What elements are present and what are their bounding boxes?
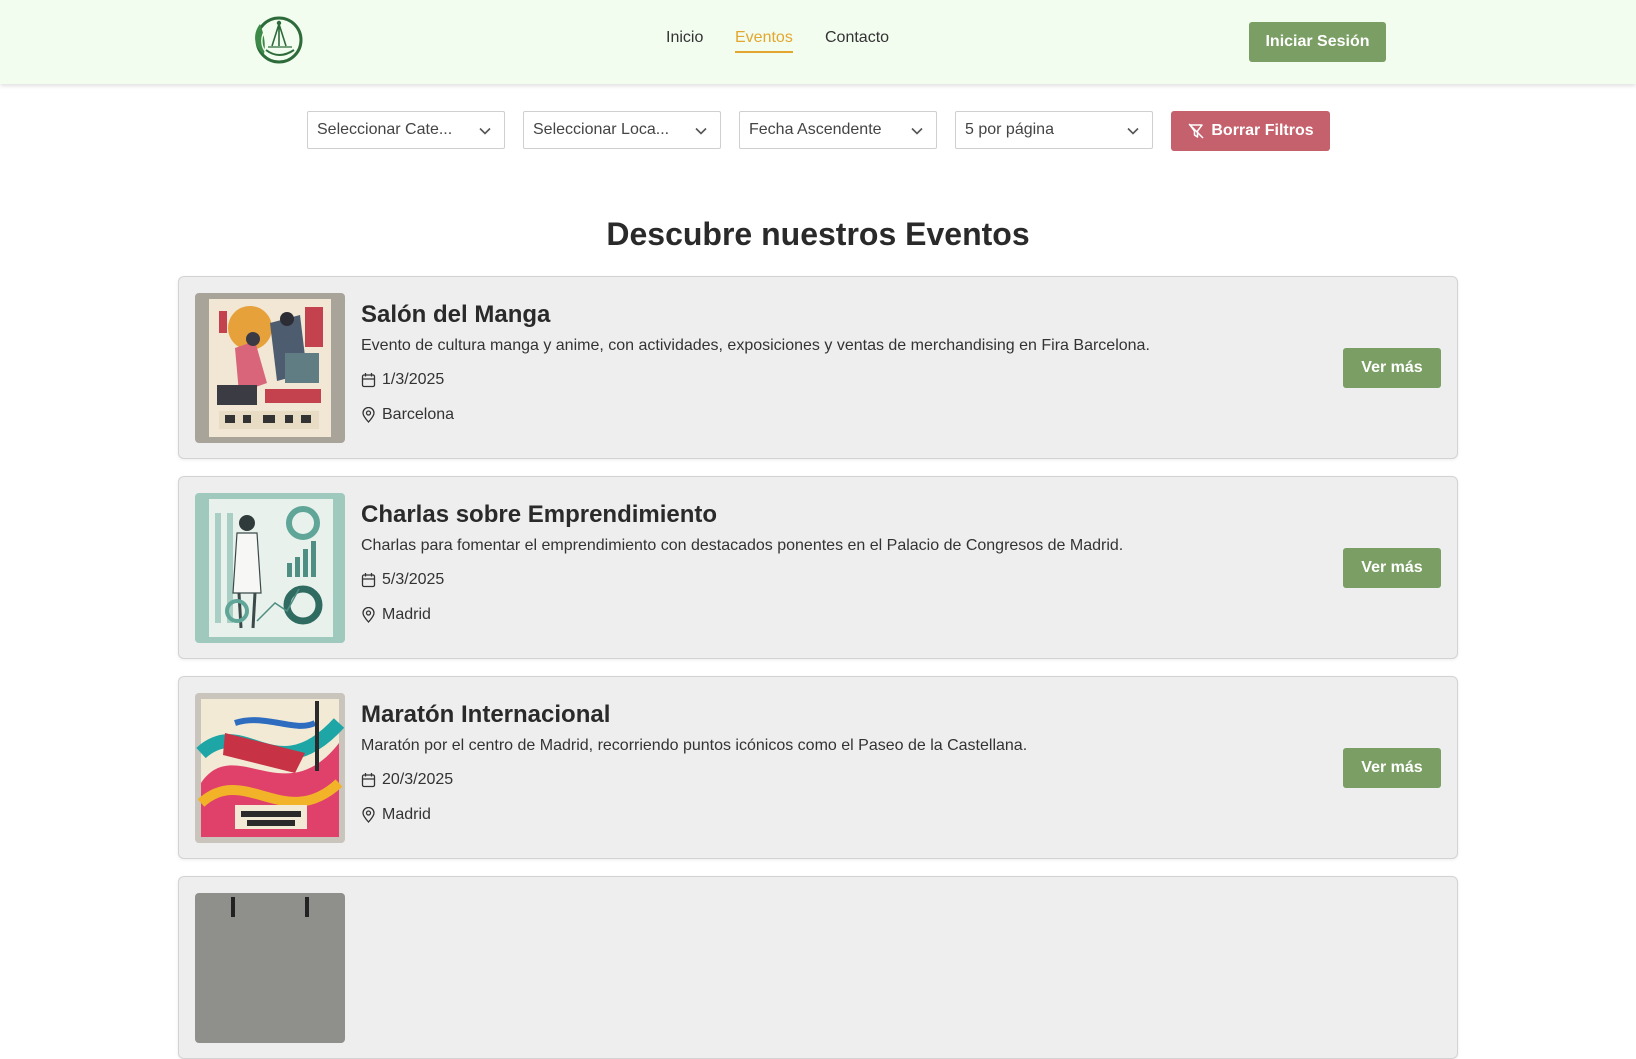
sort-select[interactable]: Fecha Ascendente [739,111,937,149]
chevron-down-icon [695,127,707,135]
calendar-icon [361,773,376,788]
event-location: Madrid [361,606,431,624]
see-more-button[interactable]: Ver más [1343,748,1441,788]
location-select[interactable]: Seleccionar Loca... [523,111,721,149]
event-card-partial [178,876,1458,1059]
chevron-down-icon [1127,127,1139,135]
chevron-down-icon [911,127,923,135]
calendar-icon [361,373,376,388]
event-image-manga[interactable] [195,293,345,443]
filter-off-icon [1188,123,1204,139]
clear-filters-label: Borrar Filtros [1211,122,1314,139]
leaf-logo-icon[interactable] [250,14,304,66]
chevron-down-icon [479,127,491,135]
event-card: Maratón Internacional Maratón por el cen… [178,676,1458,859]
event-location: Madrid [361,806,431,824]
page-title: Descubre nuestros Eventos [606,216,1030,252]
map-pin-icon [362,807,375,823]
event-title: Salón del Manga [361,301,551,328]
see-more-button[interactable]: Ver más [1343,548,1441,588]
event-location-text: Madrid [382,606,431,623]
location-select-value: Seleccionar Loca... [533,121,670,138]
nav-item-eventos[interactable]: Eventos [735,28,793,53]
event-title: Maratón Internacional [361,701,611,728]
event-location-text: Barcelona [382,406,455,423]
event-date-text: 5/3/2025 [382,571,445,588]
top-header: Inicio Eventos Contacto Iniciar Sesión [0,0,1636,84]
event-title: Charlas sobre Emprendimiento [361,501,718,528]
nav-item-contacto[interactable]: Contacto [825,28,889,48]
event-card: Salón del Manga Evento de cultura manga … [178,276,1458,459]
map-pin-icon [362,607,375,623]
per-page-select[interactable]: 5 por página [955,111,1153,149]
event-date-text: 20/3/2025 [382,771,454,788]
event-date-text: 1/3/2025 [382,371,445,388]
per-page-select-value: 5 por página [965,121,1054,138]
event-image-emprendimiento[interactable] [195,493,345,643]
category-select[interactable]: Seleccionar Cate... [307,111,505,149]
event-description: Maratón por el centro de Madrid, recorri… [361,737,1028,754]
event-date: 5/3/2025 [361,571,444,589]
sort-select-value: Fecha Ascendente [749,121,882,138]
clear-filters-button[interactable]: Borrar Filtros [1171,111,1330,151]
see-more-button[interactable]: Ver más [1343,348,1441,388]
event-location: Barcelona [361,406,454,424]
event-location-text: Madrid [382,806,431,823]
event-image-partial[interactable] [195,893,345,1043]
login-button[interactable]: Iniciar Sesión [1249,22,1386,62]
event-description: Evento de cultura manga y anime, con act… [361,337,1150,354]
nav-item-inicio[interactable]: Inicio [666,28,703,48]
category-select-value: Seleccionar Cate... [317,121,453,138]
event-card: Charlas sobre Emprendimiento Charlas par… [178,476,1458,659]
event-description: Charlas para fomentar el emprendimiento … [361,537,1124,554]
calendar-icon [361,573,376,588]
event-date: 20/3/2025 [361,771,453,789]
map-pin-icon [362,407,375,423]
event-image-maraton[interactable] [195,693,345,843]
event-date: 1/3/2025 [361,371,444,389]
